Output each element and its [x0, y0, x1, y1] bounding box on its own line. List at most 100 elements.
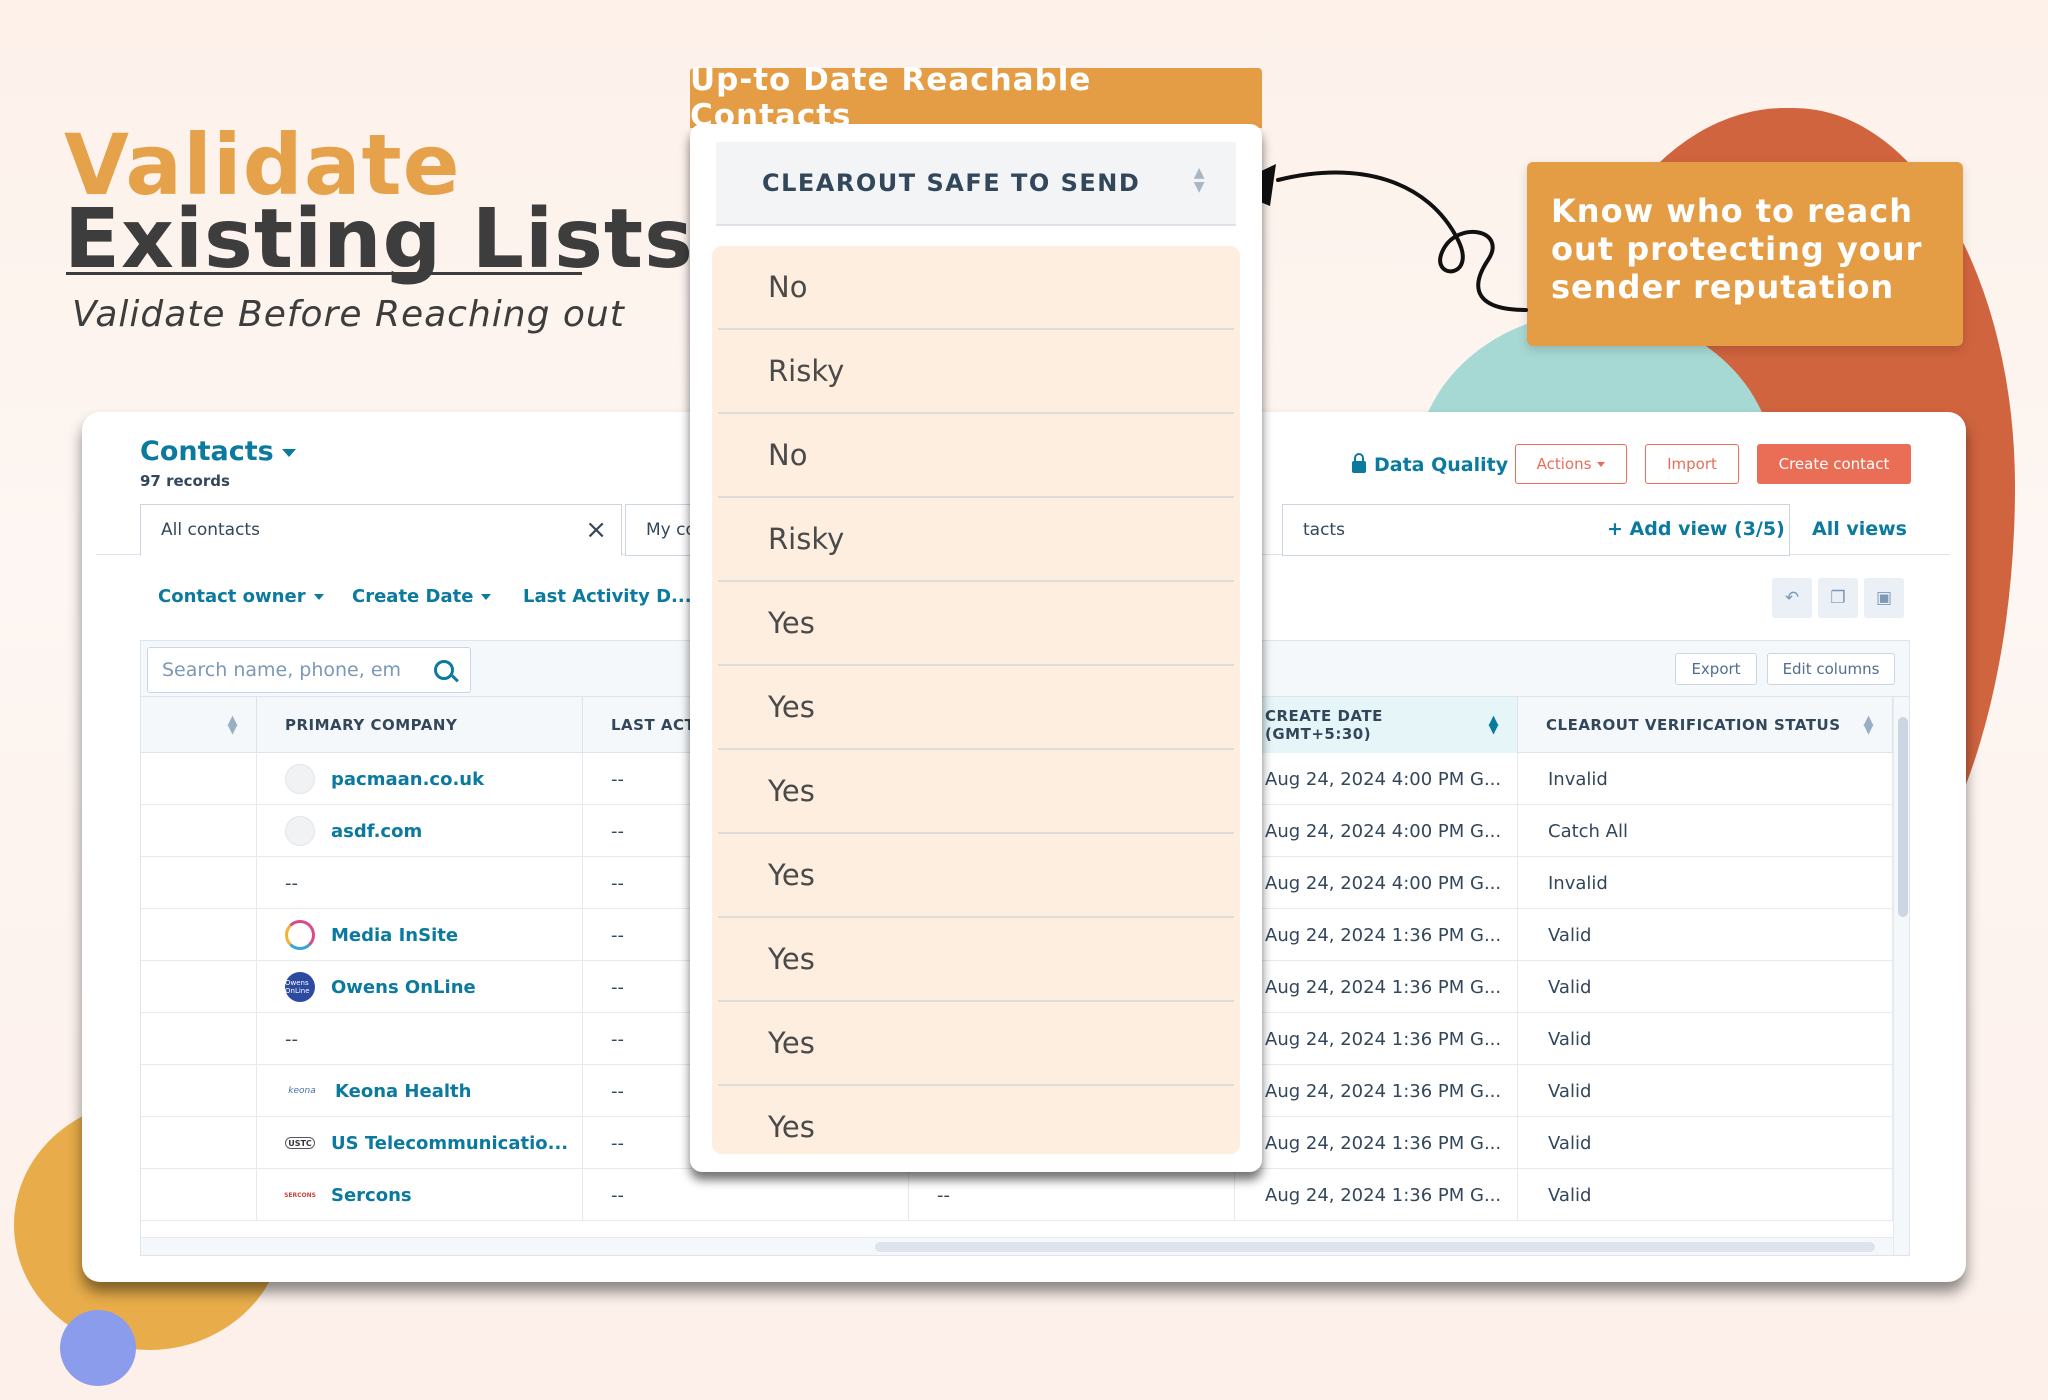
company-cell: keona Keona Health: [257, 1065, 583, 1117]
row-select-cell[interactable]: [141, 1065, 257, 1117]
create-date-cell: Aug 24, 2024 1:36 PM G...: [1235, 1117, 1518, 1169]
verification-status-cell: Valid: [1518, 909, 1893, 961]
company-link[interactable]: asdf.com: [331, 821, 422, 842]
hidden-column-cell: --: [909, 1169, 1235, 1221]
column-header-select[interactable]: ▲ ▼: [141, 697, 257, 753]
row-select-cell[interactable]: [141, 753, 257, 805]
row-select-cell[interactable]: [141, 1169, 257, 1221]
actions-button[interactable]: Actions: [1515, 444, 1627, 484]
all-views-link[interactable]: All views: [1812, 518, 1907, 540]
create-date-cell: Aug 24, 2024 1:36 PM G...: [1235, 961, 1518, 1013]
dropdown-option[interactable]: Yes: [718, 582, 1234, 666]
company-logo: keona: [288, 1086, 316, 1096]
company-cell: --: [257, 857, 583, 909]
search-placeholder: Search name, phone, em: [162, 659, 402, 681]
table-row[interactable]: SERCONS Sercons -- -- Aug 24, 2024 1:36 PM G…: [141, 1169, 1893, 1221]
undo-button[interactable]: ↶: [1772, 578, 1812, 618]
contacts-object-selector[interactable]: Contacts: [140, 436, 296, 467]
dropdown-option[interactable]: Yes: [718, 1002, 1234, 1086]
dropdown-option[interactable]: No: [718, 246, 1234, 330]
hero-subtitle: Validate Before Reaching out: [72, 294, 625, 335]
data-quality-link[interactable]: Data Quality: [1352, 453, 1508, 476]
company-cell: --: [257, 1013, 583, 1065]
dropdown-option[interactable]: Yes: [718, 666, 1234, 750]
company-link[interactable]: Sercons: [331, 1185, 412, 1206]
sort-icon: ▲ ▼: [227, 713, 238, 737]
export-button[interactable]: Export: [1675, 653, 1757, 685]
row-select-cell[interactable]: [141, 909, 257, 961]
clearout-safe-to-send-field[interactable]: CLEAROUT SAFE TO SEND ▲ ▼: [716, 142, 1236, 226]
dropdown-option[interactable]: Yes: [718, 1086, 1234, 1154]
undo-icon: ↶: [1784, 588, 1800, 608]
create-date-cell: Aug 24, 2024 1:36 PM G...: [1235, 1065, 1518, 1117]
save-view-button[interactable]: ▣: [1864, 578, 1904, 618]
company-link[interactable]: Media InSite: [331, 925, 458, 946]
tab-all-contacts-label: All contacts: [161, 520, 260, 540]
add-view-label: Add view (3/5): [1629, 518, 1785, 540]
filter-last-activity[interactable]: Last Activity D...: [523, 586, 710, 607]
last-activity-cell: --: [583, 1169, 909, 1221]
curly-arrow-icon: [1226, 164, 1528, 312]
dropdown-option[interactable]: Yes: [718, 918, 1234, 1002]
tab-contacts-view-label: tacts: [1303, 520, 1345, 540]
search-icon: [434, 660, 454, 680]
company-empty: --: [285, 872, 298, 894]
create-date-cell: Aug 24, 2024 1:36 PM G...: [1235, 909, 1518, 961]
column-status-label: CLEAROUT VERIFICATION STATUS: [1546, 716, 1841, 734]
row-select-cell[interactable]: [141, 961, 257, 1013]
caret-down-icon: [1597, 461, 1606, 467]
plus-icon: +: [1607, 518, 1630, 540]
column-company-label: PRIMARY COMPANY: [285, 716, 458, 734]
row-select-cell[interactable]: [141, 805, 257, 857]
tab-all-contacts[interactable]: All contacts ×: [140, 504, 622, 556]
verification-status-cell: Valid: [1518, 1013, 1893, 1065]
verification-status-cell: Catch All: [1518, 805, 1893, 857]
scrollbar-thumb[interactable]: [1898, 717, 1908, 917]
company-link[interactable]: Owens OnLine: [331, 977, 476, 998]
sort-icon: ▲ ▼: [1488, 713, 1499, 737]
clone-view-button[interactable]: ❐: [1818, 578, 1858, 618]
search-input[interactable]: Search name, phone, em: [147, 647, 471, 693]
column-header-status[interactable]: CLEAROUT VERIFICATION STATUS ▲ ▼: [1518, 697, 1893, 753]
column-header-create-date[interactable]: CREATE DATE (GMT+5:30) ▲ ▼: [1235, 697, 1518, 753]
dropdown-options-list: No Risky No Risky Yes Yes Yes Yes Yes Yes Yes: [712, 246, 1240, 1154]
horizontal-scrollbar[interactable]: [141, 1237, 1893, 1255]
company-cell: Owens OnLine Owens OnLine: [257, 961, 583, 1013]
company-logo: [285, 816, 315, 846]
vertical-scrollbar[interactable]: [1893, 697, 1909, 1255]
hero-title-underline: [66, 272, 582, 275]
company-link[interactable]: Keona Health: [335, 1081, 471, 1102]
callout-box: Know who to reach out protecting your se…: [1527, 162, 1963, 346]
import-button[interactable]: Import: [1645, 444, 1739, 484]
company-logo: Owens OnLine: [285, 972, 315, 1002]
filter-contact-owner[interactable]: Contact owner: [158, 586, 324, 607]
dropdown-option[interactable]: No: [718, 414, 1234, 498]
company-link[interactable]: pacmaan.co.uk: [331, 769, 484, 790]
callout-text: Know who to reach out protecting your se…: [1551, 192, 1923, 306]
tab-my-contacts-label: My co: [646, 520, 696, 540]
sort-icon: ▲ ▼: [1863, 713, 1874, 737]
row-select-cell[interactable]: [141, 1013, 257, 1065]
close-icon[interactable]: ×: [585, 517, 607, 543]
dropdown-option[interactable]: Risky: [718, 330, 1234, 414]
add-view-button[interactable]: + Add view (3/5): [1607, 518, 1785, 540]
chevron-down-icon: [281, 448, 296, 457]
verification-status-cell: Valid: [1518, 961, 1893, 1013]
company-empty: --: [285, 1028, 298, 1050]
import-label: Import: [1667, 455, 1717, 473]
dropdown-option[interactable]: Yes: [718, 750, 1234, 834]
row-select-cell[interactable]: [141, 1117, 257, 1169]
copy-icon: ❐: [1830, 588, 1846, 608]
edit-columns-button[interactable]: Edit columns: [1767, 653, 1895, 685]
verification-status-cell: Invalid: [1518, 857, 1893, 909]
create-date-cell: Aug 24, 2024 4:00 PM G...: [1235, 753, 1518, 805]
dropdown-option[interactable]: Yes: [718, 834, 1234, 918]
scrollbar-thumb[interactable]: [875, 1242, 1875, 1252]
create-contact-button[interactable]: Create contact: [1757, 444, 1911, 484]
lock-icon: [1352, 453, 1366, 473]
company-link[interactable]: US Telecommunicatio...: [331, 1133, 568, 1154]
filter-create-date[interactable]: Create Date: [352, 586, 492, 607]
column-header-company[interactable]: PRIMARY COMPANY: [257, 697, 583, 753]
dropdown-option[interactable]: Risky: [718, 498, 1234, 582]
row-select-cell[interactable]: [141, 857, 257, 909]
